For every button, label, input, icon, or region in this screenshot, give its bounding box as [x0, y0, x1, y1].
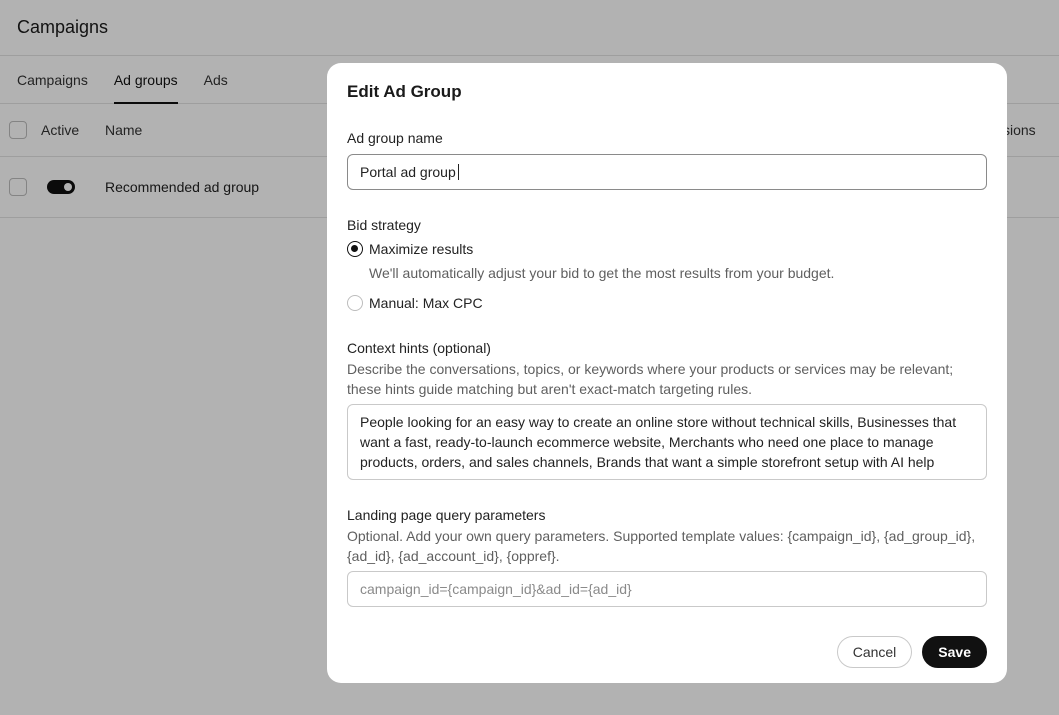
ad-group-name-label: Ad group name: [347, 130, 443, 146]
radio-label[interactable]: Manual: Max CPC: [369, 295, 483, 311]
context-hints-textarea[interactable]: People looking for an easy way to create…: [347, 404, 987, 480]
context-hints-help: Describe the conversations, topics, or k…: [347, 361, 954, 397]
cancel-button[interactable]: Cancel: [836, 636, 913, 668]
landing-params-label: Landing page query parameters: [347, 507, 546, 523]
landing-params-input[interactable]: campaign_id={campaign_id}&ad_id={ad_id}: [347, 571, 987, 607]
ad-group-name-input[interactable]: Portal ad group: [347, 154, 987, 190]
maximize-results-description: We'll automatically adjust your bid to g…: [369, 265, 835, 281]
ad-group-name-value: Portal ad group: [360, 164, 456, 180]
radio-button-checked[interactable]: [347, 241, 363, 257]
dialog-footer: Cancel Save: [836, 636, 987, 668]
context-hints-label: Context hints (optional): [347, 340, 491, 356]
save-button[interactable]: Save: [922, 636, 987, 668]
radio-manual-max-cpc[interactable]: Manual: Max CPC: [347, 295, 987, 311]
landing-params-help: Optional. Add your own query parameters.…: [347, 528, 976, 564]
text-caret: [457, 164, 459, 180]
dialog-title: Edit Ad Group: [347, 82, 462, 101]
bid-strategy-label: Bid strategy: [347, 217, 421, 233]
radio-button-unchecked[interactable]: [347, 295, 363, 311]
radio-label[interactable]: Maximize results: [369, 241, 473, 257]
edit-ad-group-dialog: Edit Ad Group Ad group name Portal ad gr…: [327, 63, 1007, 683]
landing-params-placeholder: campaign_id={campaign_id}&ad_id={ad_id}: [360, 581, 632, 597]
radio-maximize-results[interactable]: Maximize results: [347, 241, 987, 257]
